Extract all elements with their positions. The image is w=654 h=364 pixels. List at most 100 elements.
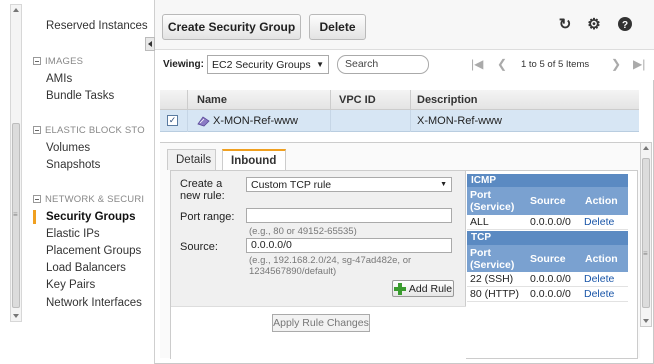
security-group-icon [197,116,210,127]
sidebar-scrollbar[interactable]: ≡ [10,4,22,322]
gear-icon[interactable]: ⚙ [586,16,602,33]
source-input[interactable]: 0.0.0.0/0 [246,238,452,253]
rule-source: 0.0.0.0/0 [530,273,571,285]
paging-text: 1 to 5 of 5 Items [521,59,590,70]
viewing-select[interactable]: EC2 Security Groups ▼ [207,55,329,74]
create-security-group-button[interactable]: Create Security Group [162,14,301,40]
column-header-name[interactable]: Name [197,94,227,106]
refresh-icon[interactable]: ↻ [557,16,573,33]
table-header: Name VPC ID Description [160,90,639,110]
port-service-header: Port (Service) [470,189,515,213]
grip-icon: ≡ [13,210,18,219]
rule-type-select[interactable]: Custom TCP rule ▼ [246,177,452,192]
viewing-label: Viewing: [163,59,204,70]
column-divider [187,110,188,132]
sidebar-item-amis[interactable]: AMIs [46,73,72,85]
detail-scrollbar[interactable]: ≡ [640,142,652,327]
delete-rule-link[interactable]: Delete [584,273,614,285]
column-divider [410,110,411,132]
rule-row: 80 (HTTP) 0.0.0.0/0 Delete [467,287,628,302]
tcp-section-title: TCP [467,231,628,245]
toolbar: Create Security Group Delete ↻ ⚙ ? [155,0,654,50]
inbound-panel: Create a new rule: Custom TCP rule ▼ Port… [170,170,638,360]
detail-pane: Details Inbound Create a new rule: Custo… [160,142,640,360]
last-page-icon[interactable]: ▶| [633,57,645,71]
rule-port: ALL [470,216,489,228]
collapse-sidebar-icon[interactable] [145,37,155,51]
column-header-vpc-id[interactable]: VPC ID [339,94,376,106]
sidebar-nav: ≡ Reserved Instances IMAGES AMIs Bundle … [0,0,155,364]
action-header: Action [585,195,618,207]
action-header: Action [585,253,618,265]
new-rule-form: Create a new rule: Custom TCP rule ▼ Port… [171,171,466,360]
sidebar-item-bundle-tasks[interactable]: Bundle Tasks [46,90,114,102]
source-header: Source [530,195,566,207]
sidebar-item-load-balancers[interactable]: Load Balancers [46,262,126,274]
viewing-value: EC2 Security Groups [212,58,311,71]
rule-type-label: Create a new rule: [180,178,225,202]
delete-button[interactable]: Delete [309,14,366,40]
rule-type-value: Custom TCP rule [251,178,332,191]
sidebar-item-elastic-ips[interactable]: Elastic IPs [46,228,100,240]
rule-row: ALL 0.0.0.0/0 Delete [467,215,628,230]
first-page-icon[interactable]: |◀ [471,57,483,71]
search-input[interactable]: Search [337,55,429,74]
column-divider [187,90,188,110]
port-range-input[interactable] [246,208,452,223]
next-page-icon[interactable]: ❯ [611,57,621,71]
column-header-description[interactable]: Description [417,94,478,106]
prev-page-icon[interactable]: ❮ [497,57,507,71]
tab-details[interactable]: Details [167,149,216,170]
apply-rule-changes-button[interactable]: Apply Rule Changes [272,314,370,332]
dropdown-arrow-icon: ▼ [440,181,447,188]
scroll-down-arrow-icon[interactable] [13,314,19,318]
tab-inbound[interactable]: Inbound [222,149,286,171]
section-title: NETWORK & SECURI [45,194,145,205]
sidebar-item-placement-groups[interactable]: Placement Groups [46,245,141,257]
scroll-up-arrow-icon[interactable] [13,8,19,12]
sidebar-item-snapshots[interactable]: Snapshots [46,159,100,171]
help-icon[interactable]: ? [617,16,633,32]
add-rule-button[interactable]: Add Rule [392,280,454,297]
source-help: (e.g., 192.168.2.0/24, sg-47ad482e, or 1… [249,255,412,277]
row-checkbox[interactable]: ✓ [167,115,178,126]
rule-source: 0.0.0.0/0 [530,288,571,300]
sidebar-item-security-groups[interactable]: Security Groups [46,211,135,223]
rule-port: 22 (SSH) [470,273,514,285]
sidebar-section-images[interactable]: IMAGES [33,56,151,67]
svg-text:?: ? [622,20,628,31]
scroll-thumb[interactable] [642,158,650,308]
sidebar-item-key-pairs[interactable]: Key Pairs [46,279,95,291]
icmp-section-title: ICMP [467,174,628,187]
section-title: ELASTIC BLOCK STO [45,125,145,136]
table-row[interactable]: ✓ X-MON-Ref-www X-MON-Ref-www [160,110,639,132]
row-name: X-MON-Ref-www [213,115,298,127]
collapse-section-icon[interactable] [33,57,41,65]
sidebar-section-ebs[interactable]: ELASTIC BLOCK STO [33,125,151,136]
dropdown-arrow-icon: ▼ [316,60,324,69]
section-title: IMAGES [45,56,84,67]
port-range-label: Port range: [180,211,235,223]
rule-row: 22 (SSH) 0.0.0.0/0 Delete [467,272,628,287]
row-description: X-MON-Ref-www [417,115,502,127]
sidebar-item-volumes[interactable]: Volumes [46,142,90,154]
rule-source: 0.0.0.0/0 [530,216,571,228]
sidebar-item-reserved-instances[interactable]: Reserved Instances [46,20,148,32]
delete-rule-link[interactable]: Delete [584,216,614,228]
column-divider [330,110,331,132]
sidebar-item-network-interfaces[interactable]: Network Interfaces [46,297,142,309]
source-label: Source: [180,241,218,253]
collapse-section-icon[interactable] [33,126,41,134]
grip-icon: ≡ [643,249,648,258]
rule-port: 80 (HTTP) [470,288,520,300]
sidebar-section-network-security[interactable]: NETWORK & SECURI [33,194,151,205]
delete-rule-link[interactable]: Delete [584,288,614,300]
collapse-section-icon[interactable] [33,195,41,203]
rules-header: Port (Service) Source Action [467,245,628,272]
column-divider [410,90,411,110]
scroll-down-arrow-icon[interactable] [643,319,649,323]
scroll-up-arrow-icon[interactable] [643,146,649,150]
port-service-header: Port (Service) [470,247,515,271]
source-header: Source [530,253,566,265]
plus-icon [393,282,406,295]
